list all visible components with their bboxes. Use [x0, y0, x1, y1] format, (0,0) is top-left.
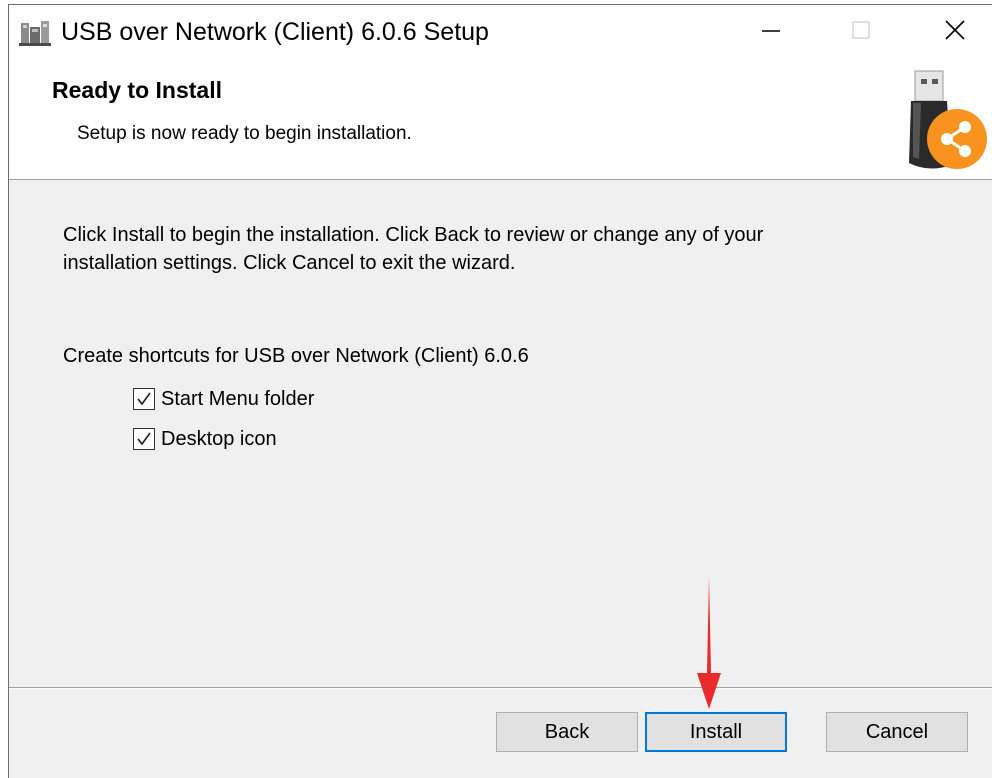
wizard-header: Ready to Install Setup is now ready to b… [9, 59, 992, 180]
start-menu-folder-checkbox[interactable] [133, 388, 155, 410]
maximize-button[interactable] [825, 5, 897, 59]
close-button[interactable] [919, 5, 991, 59]
start-menu-folder-option[interactable]: Start Menu folder [133, 385, 314, 413]
intro-text-line-2: installation settings. Click Cancel to e… [63, 252, 516, 274]
setup-installer-icon [19, 19, 51, 47]
close-icon [944, 19, 966, 46]
cancel-button[interactable]: Cancel [826, 712, 968, 752]
annotation-arrow-icon [689, 577, 729, 715]
maximize-icon [851, 20, 871, 45]
checkmark-icon [137, 432, 151, 446]
page-title: Ready to Install [52, 77, 222, 103]
minimize-icon [761, 20, 781, 45]
shortcuts-label: Create shortcuts for USB over Network (C… [63, 345, 529, 367]
button-area-separator [9, 687, 992, 689]
checkmark-icon [137, 392, 151, 406]
desktop-icon-label: Desktop icon [161, 427, 277, 450]
setup-window: USB over Network (Client) 6.0.6 Setup Re… [8, 4, 992, 778]
desktop-icon-checkbox[interactable] [133, 428, 155, 450]
back-button[interactable]: Back [496, 712, 638, 752]
page-subtitle: Setup is now ready to begin installation… [77, 123, 412, 144]
intro-text-line-1: Click Install to begin the installation.… [63, 224, 764, 246]
window-title: USB over Network (Client) 6.0.6 Setup [61, 18, 489, 46]
title-bar[interactable]: USB over Network (Client) 6.0.6 Setup [9, 5, 992, 59]
desktop-icon-option[interactable]: Desktop icon [133, 425, 277, 453]
minimize-button[interactable] [735, 5, 807, 59]
install-button[interactable]: Install [645, 712, 787, 752]
usb-share-icon [899, 69, 989, 175]
start-menu-folder-label: Start Menu folder [161, 387, 315, 410]
